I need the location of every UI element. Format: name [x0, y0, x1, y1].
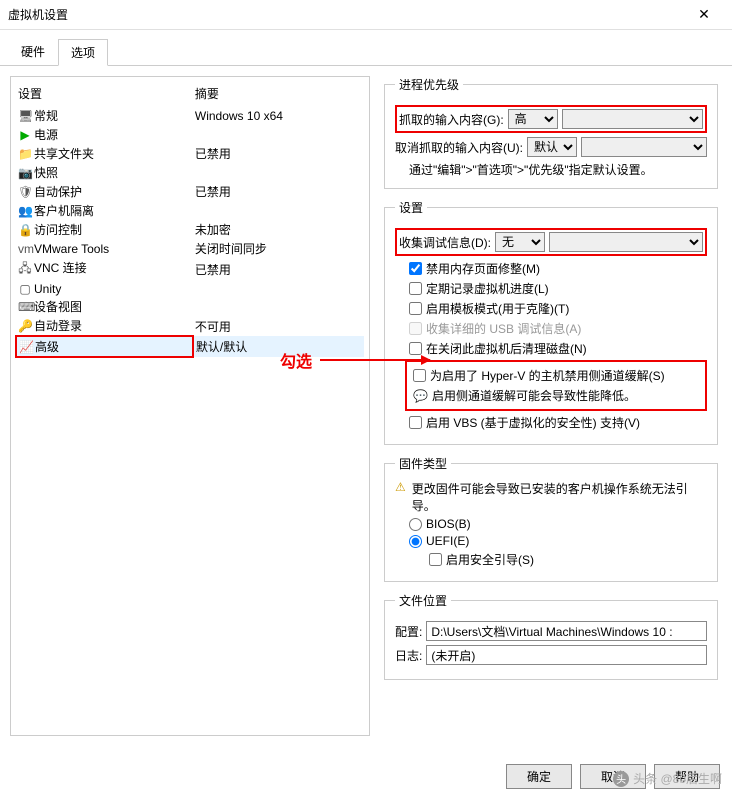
list-item[interactable]: 🖥常规Windows 10 x64 — [16, 106, 364, 125]
item-icon: 🖧 — [18, 259, 32, 280]
info-icon: 💬 — [413, 389, 428, 403]
tab-options[interactable]: 选项 — [58, 39, 108, 66]
tab-hardware[interactable]: 硬件 — [8, 38, 58, 65]
col-setting: 设置 — [16, 81, 193, 106]
group-settings: 设置 收集调试信息(D): 无 禁用内存页面修整(M) 定期记录虚拟机进度(L)… — [384, 199, 718, 445]
item-icon: 🖥 — [18, 109, 32, 123]
close-icon[interactable]: ✕ — [684, 6, 724, 23]
item-icon: 📷 — [18, 166, 32, 180]
window-title: 虚拟机设置 — [8, 6, 684, 23]
list-item[interactable]: ⌨设备视图 — [16, 297, 364, 316]
list-item[interactable]: 🔑自动登录不可用 — [16, 316, 364, 336]
log-path[interactable] — [426, 645, 707, 665]
priority-note: 通过"编辑">"首选项">"优先级"指定默认设置。 — [409, 161, 707, 178]
item-icon: ▢ — [18, 282, 32, 296]
warning-icon: ⚠ — [395, 480, 406, 514]
chk-secure-boot[interactable] — [429, 553, 442, 566]
list-item[interactable]: ▶电源 — [16, 125, 364, 144]
list-item[interactable]: 📁共享文件夹已禁用 — [16, 144, 364, 163]
group-fileloc: 文件位置 配置: 日志: — [384, 592, 718, 680]
ungrabbed-label: 取消抓取的输入内容(U): — [395, 139, 523, 156]
list-item[interactable]: 👥客户机隔离 — [16, 201, 364, 220]
radio-bios[interactable] — [409, 518, 422, 531]
settings-list: 设置 摘要 🖥常规Windows 10 x64▶电源📁共享文件夹已禁用📷快照🛡自… — [10, 76, 370, 736]
ungrabbed-select[interactable]: 默认 — [527, 137, 577, 157]
tab-bar: 硬件 选项 — [0, 30, 732, 66]
arrow-icon — [320, 359, 430, 361]
titlebar: 虚拟机设置 ✕ — [0, 0, 732, 30]
item-icon: 🔑 — [18, 319, 32, 333]
watermark-icon: 头 — [613, 771, 629, 787]
chk-usb-debug — [409, 322, 422, 335]
radio-uefi[interactable] — [409, 535, 422, 548]
item-icon: ▶ — [18, 128, 32, 142]
list-item[interactable]: 🛡自动保护已禁用 — [16, 182, 364, 201]
group-priority: 进程优先级 抓取的输入内容(G): 高 取消抓取的输入内容(U): 默认 通过"… — [384, 76, 718, 189]
debug-select[interactable]: 无 — [495, 232, 545, 252]
item-icon: ⌨ — [18, 300, 32, 314]
list-item[interactable]: 📷快照 — [16, 163, 364, 182]
list-item[interactable]: 🖧VNC 连接已禁用 — [16, 258, 364, 281]
grabbed-select-ext[interactable] — [562, 109, 703, 129]
config-path[interactable] — [426, 621, 707, 641]
debug-label: 收集调试信息(D): — [399, 234, 491, 251]
group-firmware: 固件类型 ⚠更改固件可能会导致已安装的客户机操作系统无法引导。 BIOS(B) … — [384, 455, 718, 582]
item-icon: 👥 — [18, 204, 32, 218]
list-item[interactable]: 🔒访问控制未加密 — [16, 220, 364, 239]
log-label: 日志: — [395, 647, 422, 664]
grabbed-label: 抓取的输入内容(G): — [399, 111, 504, 128]
list-item[interactable]: vmVMware Tools关闭时间同步 — [16, 239, 364, 258]
col-summary: 摘要 — [193, 81, 364, 106]
annotation-callout: 勾选 — [280, 348, 430, 372]
item-icon: 🛡 — [18, 185, 32, 199]
debug-select-ext[interactable] — [549, 232, 703, 252]
chk-log-progress[interactable] — [409, 282, 422, 295]
grabbed-select[interactable]: 高 — [508, 109, 558, 129]
chk-template[interactable] — [409, 302, 422, 315]
chk-vbs[interactable] — [409, 416, 422, 429]
item-icon: vm — [18, 242, 32, 256]
watermark: 头 头条 @80后生啊 — [613, 770, 722, 787]
chk-mem-trim[interactable] — [409, 262, 422, 275]
item-icon: 📁 — [18, 147, 32, 161]
ok-button[interactable]: 确定 — [506, 764, 572, 789]
item-icon: 📈 — [19, 340, 33, 354]
ungrabbed-select-ext[interactable] — [581, 137, 707, 157]
list-item[interactable]: ▢Unity — [16, 281, 364, 297]
config-label: 配置: — [395, 623, 422, 640]
item-icon: 🔒 — [18, 223, 32, 237]
